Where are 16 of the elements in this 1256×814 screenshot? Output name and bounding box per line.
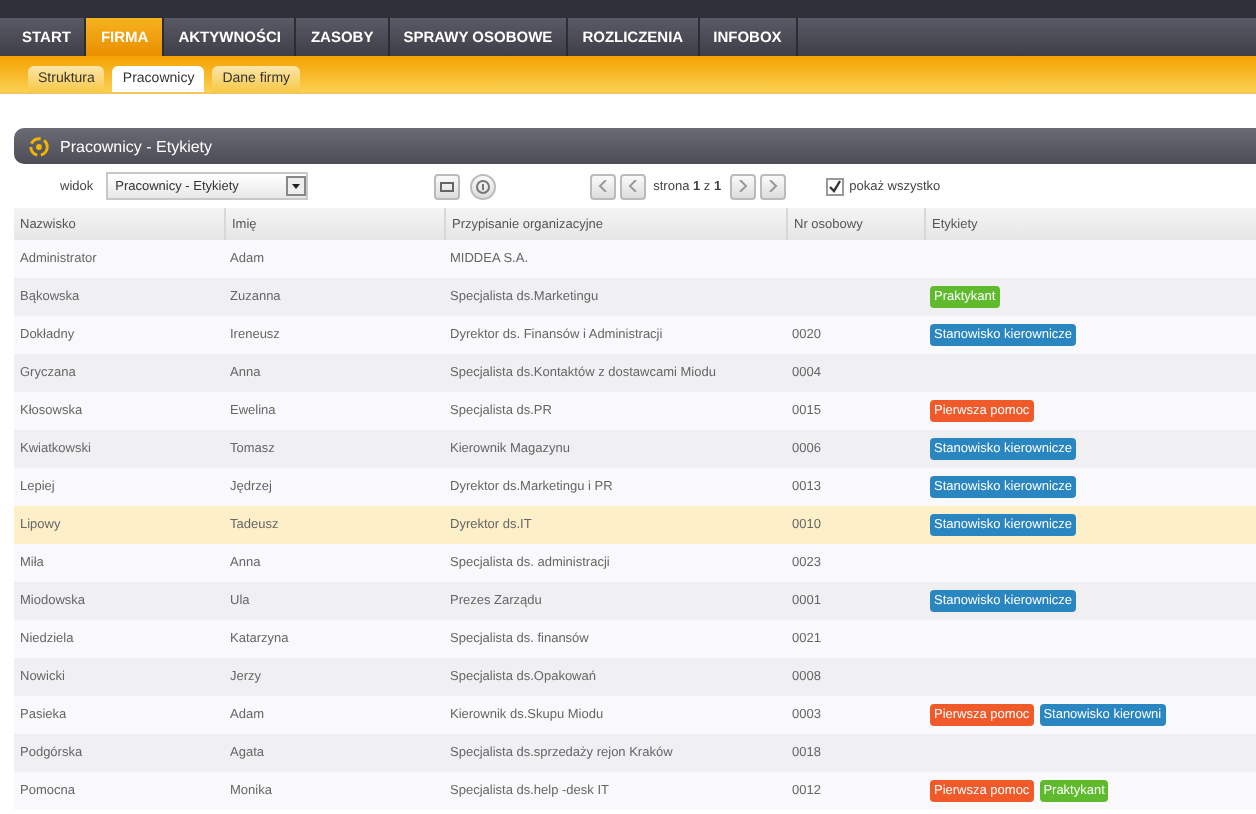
next-page-button[interactable] bbox=[729, 173, 756, 199]
chevron-left-icon bbox=[627, 180, 638, 192]
first-page-button[interactable] bbox=[589, 173, 616, 199]
panel-title: Pracownicy - Etykiety bbox=[60, 137, 213, 155]
chevron-right-icon bbox=[737, 180, 748, 192]
export-button[interactable] bbox=[433, 173, 460, 199]
window-icon bbox=[439, 181, 454, 191]
previous-page-button[interactable] bbox=[619, 173, 646, 199]
dropdown-icon bbox=[285, 176, 306, 196]
info-icon bbox=[475, 179, 490, 193]
chevron-right-icon bbox=[767, 180, 778, 192]
chevron-left-icon bbox=[597, 180, 608, 192]
checkbox[interactable] bbox=[825, 177, 844, 195]
info-button[interactable] bbox=[469, 173, 496, 199]
last-page-button[interactable] bbox=[759, 173, 786, 199]
signal-logo-icon bbox=[28, 135, 50, 157]
